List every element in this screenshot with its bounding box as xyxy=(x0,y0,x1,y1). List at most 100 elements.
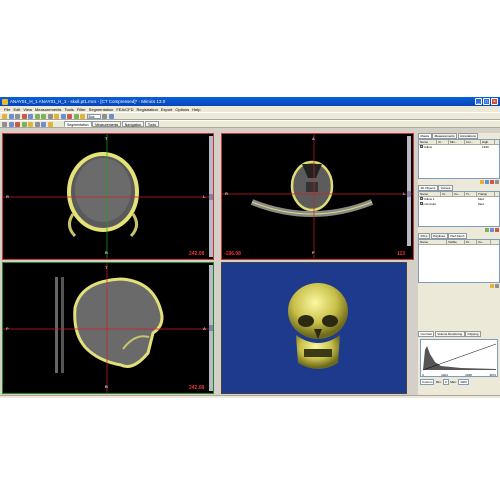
objects-table: Name Vi... Co... Tr... Transp Yellow 1 M… xyxy=(418,191,500,227)
axial-viewport[interactable]: A P R L -196.08 113 xyxy=(221,133,414,260)
coronal-slice-value: 242.08 xyxy=(189,251,205,257)
toolbar-tabs: Segmentation Measurements Navigation Too… xyxy=(64,121,159,127)
sagittal-scrollbar[interactable] xyxy=(209,265,213,391)
3d-viewport[interactable] xyxy=(221,262,407,394)
crop-icon[interactable] xyxy=(28,121,33,127)
tools-toolbar: Segmentation Measurements Navigation Too… xyxy=(0,120,500,128)
zoom-in-icon[interactable] xyxy=(34,113,40,119)
zoom-select[interactable]: Box xyxy=(86,113,101,119)
dynamic-region-icon[interactable] xyxy=(21,121,27,127)
duplicate-icon[interactable] xyxy=(485,180,489,184)
maximize-icon[interactable]: □ xyxy=(483,98,490,105)
menu-segmentation[interactable]: Segmentation xyxy=(89,107,114,112)
save-icon[interactable] xyxy=(8,113,14,119)
coronal-scrollbar[interactable] xyxy=(209,136,213,257)
new-mask-icon[interactable] xyxy=(480,180,484,184)
title-bar[interactable]: ANAY01_H_1 ANAY01_H_1 - skull.pt1.mcs - … xyxy=(0,97,500,106)
coronal-top-label: T xyxy=(105,136,108,141)
min-label: Min: xyxy=(435,379,442,384)
select-icon[interactable] xyxy=(2,121,7,127)
menu-view[interactable]: View xyxy=(23,107,32,112)
menu-options[interactable]: Options xyxy=(175,107,189,112)
3d-skull-render xyxy=(288,283,348,369)
delete-object-icon[interactable] xyxy=(495,228,499,232)
pan-icon[interactable] xyxy=(47,113,53,119)
tab-segmentation[interactable]: Segmentation xyxy=(64,121,92,127)
contrast-histogram[interactable]: 0 1024 2048 3072 xyxy=(420,339,498,377)
axial-scroll-thumb[interactable] xyxy=(407,191,411,197)
coronal-scroll-thumb[interactable] xyxy=(209,194,213,200)
axial-left-label: R xyxy=(225,191,228,196)
duplicate-object-icon[interactable] xyxy=(490,228,494,232)
sagittal-viewport[interactable]: T B P A 242.08 xyxy=(2,262,214,394)
max-input[interactable]: 3000 xyxy=(458,379,469,385)
contrast-tabs: Contrast Volume Rendering Clipping xyxy=(418,331,481,337)
max-label: Max: xyxy=(450,379,457,384)
thresholding-icon[interactable] xyxy=(67,113,72,119)
tab-measurements[interactable]: Measurements xyxy=(92,121,122,127)
table-row[interactable]: mimicsfor Med xyxy=(419,202,499,207)
coronal-bottom-label: B xyxy=(105,250,108,255)
axial-top-label: A xyxy=(312,136,315,141)
axial-scrollbar[interactable] xyxy=(407,136,411,246)
sagittal-left-label: P xyxy=(6,326,9,331)
morphology-icon[interactable] xyxy=(34,121,40,127)
axial-right-label: L xyxy=(403,191,406,196)
region-grow-icon[interactable] xyxy=(73,113,79,119)
tab-tools[interactable]: Tools xyxy=(144,121,159,127)
calculate-3d-object-icon[interactable] xyxy=(485,228,489,232)
min-input[interactable]: 0 xyxy=(443,379,449,385)
mimics-window: ANAY01_H_1 ANAY01_H_1 - skull.pt1.mcs - … xyxy=(0,97,500,398)
sagittal-slice-value: 242.08 xyxy=(189,385,205,391)
zoom-out-icon[interactable] xyxy=(41,113,46,119)
menu-edit[interactable]: Edit xyxy=(13,107,20,112)
stl-properties-icon[interactable] xyxy=(495,284,499,288)
menu-tools[interactable]: Tools xyxy=(64,107,73,112)
menu-fea-cfd[interactable]: FEA/CFD xyxy=(116,107,133,112)
contrast-controls: Custom Min: 0 Max: 3000 xyxy=(420,379,469,385)
coronal-viewport[interactable]: T B R L 242.08 xyxy=(2,133,214,260)
contrast-icon[interactable] xyxy=(54,113,59,119)
edit-mask-icon[interactable] xyxy=(8,121,14,127)
tab-navigation[interactable]: Navigation xyxy=(121,121,145,127)
sagittal-top-label: T xyxy=(105,265,108,270)
coronal-left-label: R xyxy=(6,194,9,199)
cavity-fill-icon[interactable] xyxy=(47,121,53,127)
minimize-icon[interactable]: _ xyxy=(475,98,482,105)
app-icon xyxy=(2,98,8,105)
redo-icon[interactable] xyxy=(28,113,33,119)
layout-icon[interactable] xyxy=(102,113,107,119)
tab-contrast[interactable]: Contrast xyxy=(418,331,435,337)
tab-volume-rendering[interactable]: Volume Rendering xyxy=(434,331,465,337)
undo-icon[interactable] xyxy=(21,113,27,119)
calculate-3d-icon[interactable] xyxy=(80,113,85,119)
menu-file[interactable]: File xyxy=(4,107,10,112)
axial-coord-left: -196.08 xyxy=(224,251,241,257)
view-icon[interactable] xyxy=(108,113,114,119)
menu-filter[interactable]: Filter xyxy=(77,107,86,112)
properties-icon[interactable] xyxy=(495,180,499,184)
window-title: ANAY01_H_1 ANAY01_H_1 - skull.pt1.mcs - … xyxy=(10,99,166,104)
print-icon[interactable] xyxy=(15,113,20,119)
window-controls: _ □ × xyxy=(475,98,498,105)
menu-registration[interactable]: Registration xyxy=(136,107,157,112)
boolean-icon[interactable] xyxy=(41,121,46,127)
table-row[interactable]: Yellow 1290 xyxy=(419,145,499,150)
erase-icon[interactable] xyxy=(15,121,20,127)
load-stl-icon[interactable] xyxy=(490,284,494,288)
contrast-preset-select[interactable]: Custom xyxy=(420,379,435,385)
menu-export[interactable]: Export xyxy=(161,107,173,112)
menu-measurements[interactable]: Measurements xyxy=(35,107,61,112)
sagittal-scroll-thumb[interactable] xyxy=(209,325,213,331)
tab-clipping[interactable]: Clipping xyxy=(465,331,481,337)
axial-coord-right: 113 xyxy=(397,251,406,257)
measure-icon[interactable] xyxy=(60,113,66,119)
menu-help[interactable]: Help xyxy=(192,107,200,112)
open-icon[interactable] xyxy=(2,113,7,119)
delete-icon[interactable] xyxy=(490,180,494,184)
axial-bottom-label: P xyxy=(312,250,315,255)
close-icon[interactable]: × xyxy=(491,98,498,105)
coronal-slice-image xyxy=(3,134,213,259)
histogram-graph xyxy=(422,343,497,371)
sagittal-slice-image xyxy=(3,263,213,393)
